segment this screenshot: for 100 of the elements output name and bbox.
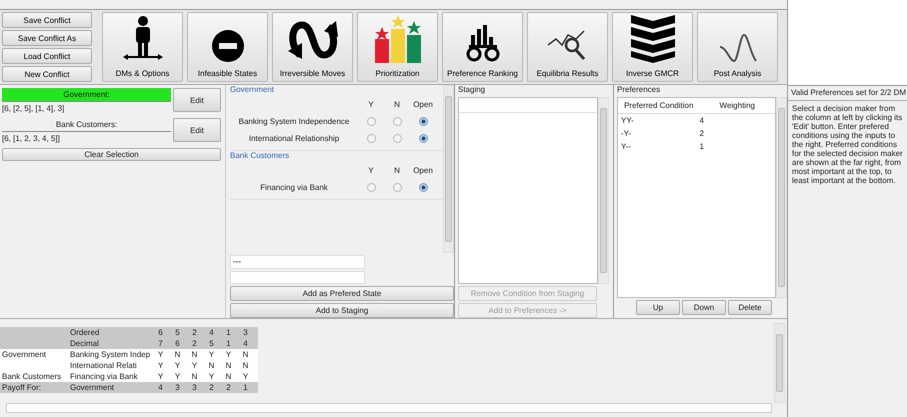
- status-label: Valid Preferences set for 2/2 DM: [788, 86, 907, 101]
- column-header: N: [393, 166, 401, 175]
- table-cell-text: 5: [208, 338, 215, 349]
- radio-button[interactable]: [418, 183, 428, 192]
- radio-button[interactable]: [418, 134, 428, 143]
- file-button[interactable]: New Conflict: [2, 66, 92, 82]
- tool-button[interactable]: Prioritization: [357, 12, 438, 82]
- file-button[interactable]: Load Conflict: [2, 48, 92, 64]
- table-cell-text: 4: [157, 382, 164, 393]
- table-cell-text: Government: [70, 382, 116, 393]
- scrollbar[interactable]: [776, 97, 787, 298]
- tool-button[interactable]: Inverse GMCR: [612, 12, 693, 82]
- table-cell-text: Y: [190, 360, 198, 371]
- table-cell-text: Y: [208, 371, 216, 382]
- table-cell-text: N: [190, 349, 198, 360]
- help-text: Select a decision maker from the column at left by clicking its 'Edit' button. Enter prefered conditions using the inputs to the right. Preferred conditions for the selected decision maker are shown at the far right, from most important at the top, to least important at the bottom.: [788, 101, 907, 417]
- table-cell-text: 4: [698, 116, 705, 125]
- tool-button[interactable]: Equilibria Results: [527, 12, 608, 82]
- column-header: Preferred Condition: [623, 101, 694, 110]
- table-cell-text: Y: [224, 349, 232, 360]
- column-header: Y: [367, 100, 375, 109]
- group-title: Government: [230, 85, 276, 96]
- table-cell-text: 7: [157, 338, 164, 349]
- option-label: International Relationship: [248, 134, 340, 143]
- option-label: Banking System Independence: [238, 117, 350, 126]
- table-cell-text: N: [224, 360, 232, 371]
- table-cell-text: Y: [174, 371, 182, 382]
- panel-title: Preferences: [617, 85, 662, 96]
- table-cell-text: N: [242, 360, 250, 371]
- dm-ranking: [6, [2, 5], [1, 4], 3]: [2, 103, 66, 115]
- radio-button[interactable]: [392, 183, 402, 192]
- radio-button[interactable]: [366, 134, 376, 143]
- table-cell-text: 2: [698, 129, 705, 138]
- table-cell-text: N: [190, 371, 198, 382]
- scrollbar[interactable]: [598, 97, 609, 284]
- table-cell-text: YY-: [620, 116, 635, 125]
- table-cell-text: 1: [225, 338, 232, 349]
- table-cell-text: 3: [191, 382, 198, 393]
- table-cell-text: 2: [191, 338, 198, 349]
- tool-button[interactable]: Infeasible States: [187, 12, 268, 82]
- table-cell-text: 1: [225, 327, 232, 338]
- table-cell-text: Y: [174, 360, 182, 371]
- tool-button[interactable]: DMs & Options: [102, 12, 183, 82]
- preference-button[interactable]: Down: [682, 300, 726, 315]
- column-header: Y: [367, 166, 375, 175]
- person-icon: [120, 15, 164, 63]
- scrollbar[interactable]: [774, 323, 785, 403]
- radio-button[interactable]: [366, 117, 376, 126]
- radio-button[interactable]: [366, 183, 376, 192]
- tool-button[interactable]: Preference Ranking: [442, 12, 523, 82]
- input-field[interactable]: [230, 270, 365, 284]
- scrollbar[interactable]: [443, 85, 454, 253]
- table-cell-text: 2: [191, 327, 198, 338]
- dm-name: Bank Customers:: [2, 118, 171, 132]
- option-label: Financing via Bank: [259, 183, 329, 192]
- add-button[interactable]: Add as Prefered State: [230, 286, 454, 302]
- table-cell-text: Y: [242, 371, 250, 382]
- scrollbar[interactable]: [6, 403, 772, 413]
- table-cell-text: N: [224, 371, 232, 382]
- table-cell-text: Decimal: [70, 338, 100, 349]
- tool-button[interactable]: Post Analysis: [697, 12, 778, 82]
- table-cell-text: 6: [174, 338, 181, 349]
- table-cell-text: Y: [156, 360, 164, 371]
- table-cell-text: International Relati: [70, 360, 138, 371]
- tool-button[interactable]: Irreversible Moves: [272, 12, 353, 82]
- table-cell-text: Y: [156, 349, 164, 360]
- column-header: Open: [412, 166, 434, 175]
- table-cell-text: N: [174, 349, 182, 360]
- edit-button[interactable]: Edit: [173, 88, 221, 112]
- table-cell-text: Payoff For:: [1, 382, 42, 393]
- table-cell-text: 2: [225, 382, 232, 393]
- add-button[interactable]: Add to Staging: [230, 303, 454, 318]
- table-cell-text: -Y-: [620, 129, 632, 138]
- edit-button[interactable]: Edit: [173, 118, 221, 142]
- table-cell-text: Bank Customers: [1, 371, 62, 382]
- radio-button[interactable]: [392, 134, 402, 143]
- no-entry-icon: [210, 29, 244, 63]
- table-cell-text: Banking System Indep: [70, 349, 152, 360]
- column-header: Open: [412, 100, 434, 109]
- condition-field[interactable]: ---: [230, 254, 365, 269]
- panel-title: Staging: [458, 85, 486, 96]
- column-header: N: [393, 100, 401, 109]
- table-cell-text: 1: [242, 382, 249, 393]
- preference-button[interactable]: Delete: [728, 300, 772, 315]
- file-button[interactable]: Save Conflict As: [2, 30, 92, 46]
- radio-button[interactable]: [392, 117, 402, 126]
- group-title: Bank Customers: [230, 151, 290, 162]
- chevrons-icon: [628, 13, 676, 63]
- preference-button[interactable]: Up: [636, 300, 680, 315]
- table-cell-text: Government: [1, 349, 48, 360]
- clear-selection-button[interactable]: Clear Selection: [2, 148, 221, 161]
- radio-button[interactable]: [418, 117, 428, 126]
- file-button[interactable]: Save Conflict: [2, 12, 92, 28]
- table-cell-text: 3: [174, 382, 181, 393]
- table-cell-text: Y--: [620, 142, 632, 151]
- dm-name: Government:: [2, 88, 171, 102]
- staging-list[interactable]: [458, 97, 598, 284]
- table-cell-text: Y: [156, 371, 164, 382]
- column-header: Weighting: [718, 101, 756, 110]
- table-cell-text: 3: [242, 327, 249, 338]
